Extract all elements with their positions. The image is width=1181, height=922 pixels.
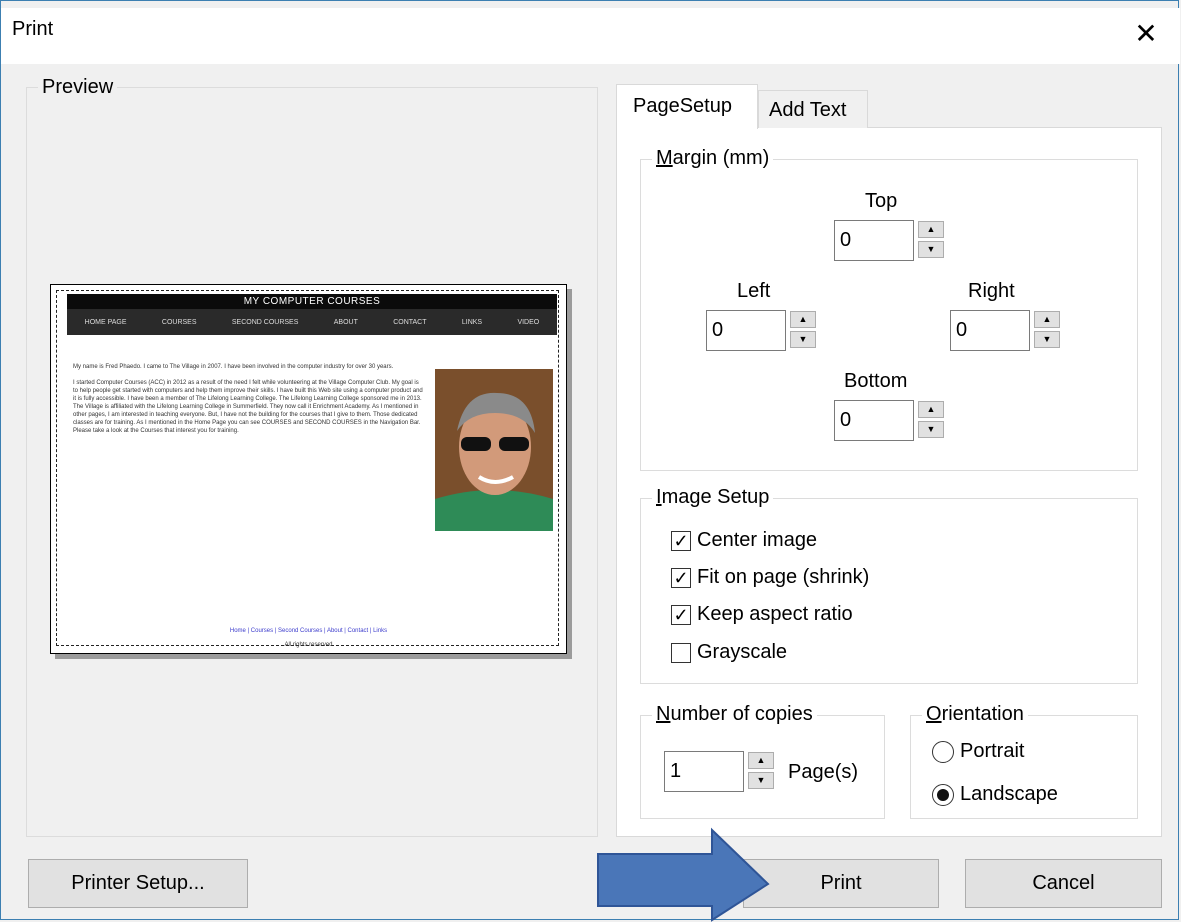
print-preview-page: MY COMPUTER COURSES HOME PAGE COURSES SE… [50, 284, 567, 654]
bottom-margin-input[interactable]: 0 [834, 400, 914, 441]
left-margin-input[interactable]: 0 [706, 310, 786, 351]
center-image-checkbox[interactable]: ✓ Center image [671, 529, 817, 552]
preview-paragraph: I started Computer Courses (ACC) in 2012… [73, 380, 423, 434]
radio-unselected-icon [932, 740, 954, 763]
window-title: Print [12, 18, 54, 40]
preview-footer-links: Home | Courses | Second Courses | About … [229, 628, 388, 634]
preview-site-nav: HOME PAGE COURSES SECOND COURSES ABOUT C… [67, 309, 557, 335]
portrait-radio[interactable]: Portrait [932, 740, 1024, 763]
preview-nav-item: CONTACT [393, 318, 427, 326]
close-button[interactable]: ✕ [1122, 14, 1170, 54]
margin-legend: Margin (mm) [652, 147, 774, 170]
page-margin-outline: MY COMPUTER COURSES HOME PAGE COURSES SE… [56, 290, 559, 648]
checkbox-checked-icon: ✓ [671, 604, 691, 625]
right-margin-up-button[interactable]: ▲ [1034, 311, 1060, 328]
fit-on-page-checkbox[interactable]: ✓ Fit on page (shrink) [671, 566, 869, 589]
preview-nav-item: ABOUT [333, 318, 358, 326]
left-margin-down-button[interactable]: ▼ [790, 331, 816, 348]
copies-up-button[interactable]: ▲ [748, 752, 774, 769]
copies-legend: Number of copies [652, 703, 817, 726]
top-margin-up-button[interactable]: ▲ [918, 221, 944, 238]
close-icon: ✕ [1134, 18, 1158, 49]
top-margin-down-button[interactable]: ▼ [918, 241, 944, 258]
margin-legend-accesskey: M [656, 147, 673, 169]
preview-nav-item: HOME PAGE [84, 318, 127, 326]
checkbox-checked-icon: ✓ [671, 567, 691, 588]
arrow-up-icon: ▲ [798, 314, 808, 324]
title-bar [1, 8, 1180, 64]
preview-site-title: MY COMPUTER COURSES [243, 296, 381, 307]
checkbox-unchecked-icon [671, 642, 691, 663]
right-margin-input[interactable]: 0 [950, 310, 1030, 351]
preview-legend: Preview [38, 76, 118, 99]
image-setup-legend-rest: mage Setup [661, 486, 770, 508]
grayscale-checkbox[interactable]: Grayscale [671, 641, 787, 664]
copies-input[interactable]: 1 [664, 751, 744, 792]
right-margin-down-button[interactable]: ▼ [1034, 331, 1060, 348]
checkbox-checked-icon: ✓ [671, 530, 691, 551]
margin-legend-rest: argin (mm) [672, 147, 770, 169]
radio-selected-icon [932, 783, 954, 806]
tab-add-text[interactable]: Add Text [758, 90, 868, 128]
left-margin-up-button[interactable]: ▲ [790, 311, 816, 328]
left-label: Left [737, 280, 771, 302]
top-margin-input[interactable]: 0 [834, 220, 914, 261]
right-label: Right [968, 280, 1015, 302]
bottom-margin-down-button[interactable]: ▼ [918, 421, 944, 438]
copies-down-button[interactable]: ▼ [748, 772, 774, 789]
arrow-up-icon: ▲ [1042, 314, 1052, 324]
preview-site-header: MY COMPUTER COURSES HOME PAGE COURSES SE… [67, 294, 557, 335]
preview-nav-item: VIDEO [517, 318, 540, 326]
copies-legend-accesskey: N [656, 703, 671, 725]
top-label: Top [865, 190, 898, 212]
landscape-label: Landscape [960, 783, 1058, 805]
preview-nav-item: COURSES [161, 318, 197, 326]
arrow-up-icon: ▲ [926, 404, 936, 414]
preview-body-text: My name is Fred Phaedo. I came to The Vi… [73, 363, 423, 443]
grayscale-label: Grayscale [697, 641, 788, 663]
orientation-legend: Orientation [922, 703, 1028, 726]
keep-aspect-ratio-label: Keep aspect ratio [697, 603, 853, 625]
arrow-up-icon: ▲ [926, 224, 936, 234]
landscape-radio[interactable]: Landscape [932, 783, 1058, 806]
preview-paragraph: My name is Fred Phaedo. I came to The Vi… [73, 364, 394, 370]
fit-on-page-label: Fit on page (shrink) [697, 566, 870, 588]
preview-nav-item: LINKS [461, 318, 483, 326]
printer-setup-button[interactable]: Printer Setup... [28, 859, 248, 908]
arrow-up-icon: ▲ [756, 755, 766, 765]
annotation-arrow-icon [597, 827, 770, 922]
image-setup-legend: Image Setup [652, 486, 774, 509]
copies-unit-label: Page(s) [788, 761, 859, 783]
center-image-label: Center image [697, 529, 818, 551]
preview-footer: All rights reserved [284, 642, 333, 648]
preview-portrait-photo [435, 369, 553, 531]
bottom-label: Bottom [844, 370, 908, 392]
preview-nav-item: SECOND COURSES [231, 318, 299, 326]
orientation-legend-accesskey: O [926, 703, 942, 725]
portrait-label: Portrait [960, 740, 1025, 762]
copies-legend-rest: umber of copies [670, 703, 813, 725]
keep-aspect-ratio-checkbox[interactable]: ✓ Keep aspect ratio [671, 603, 853, 626]
arrow-down-icon: ▼ [1042, 334, 1052, 344]
orientation-legend-rest: rientation [941, 703, 1024, 725]
arrow-down-icon: ▼ [756, 775, 766, 785]
bottom-margin-up-button[interactable]: ▲ [918, 401, 944, 418]
tab-pagesetup[interactable]: PageSetup [616, 84, 758, 129]
arrow-down-icon: ▼ [926, 424, 936, 434]
cancel-button[interactable]: Cancel [965, 859, 1162, 908]
arrow-down-icon: ▼ [798, 334, 808, 344]
arrow-down-icon: ▼ [926, 244, 936, 254]
